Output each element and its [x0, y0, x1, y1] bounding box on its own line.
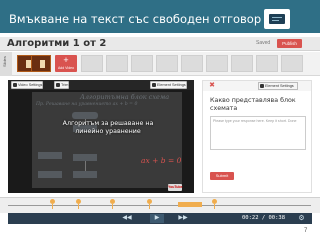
- add-slide-button[interactable]: + Add Video: [55, 55, 77, 72]
- timeline-marker[interactable]: [147, 199, 152, 209]
- trim-label: Trim: [61, 83, 69, 87]
- video-element-settings-button[interactable]: Element Settings: [150, 81, 187, 89]
- video-area[interactable]: Video Settings Trim Element Settings Алг…: [8, 80, 194, 193]
- background-title: Алгоритъмна блок схема: [80, 93, 170, 101]
- gear-icon: [152, 83, 156, 87]
- equation-label: ax + b = 0: [141, 156, 182, 165]
- slides-tab[interactable]: Slides: [0, 52, 12, 76]
- flowchart-output: [38, 171, 62, 178]
- slide-thumbnail-empty[interactable]: [206, 55, 228, 72]
- slide-thumbnail-empty[interactable]: [106, 55, 128, 72]
- player-controls: ◀◀ ▶ ▶▶ 00:22 / 00:38 ⚙: [8, 213, 312, 224]
- slide-thumbnail-empty[interactable]: [231, 55, 253, 72]
- trash-icon[interactable]: ✖: [207, 82, 217, 90]
- plus-icon: +: [63, 55, 69, 65]
- timeline-marker[interactable]: [110, 199, 115, 209]
- slide-title: Вмъкване на текст със свободен отговор: [9, 12, 262, 26]
- saved-status: Saved: [256, 40, 271, 46]
- play-icon[interactable]: ▶: [150, 214, 164, 223]
- video-frame: Алгоритъмна блок схема Пр. Решаване на у…: [32, 92, 182, 188]
- timeline-marker[interactable]: [50, 199, 55, 209]
- slide-header: Вмъкване на текст със свободен отговор: [0, 0, 320, 33]
- slide-thumbnail-empty[interactable]: [181, 55, 203, 72]
- background-subtitle: Пр. Решаване на уравнението ax + b = 0: [36, 102, 138, 107]
- flowchart-decision: [73, 154, 97, 161]
- timeline-track: [8, 205, 311, 206]
- video-settings-label: Video Settings: [18, 83, 43, 87]
- flowchart-start: [72, 112, 98, 119]
- question-text: Какво представлява блок схемата: [210, 97, 296, 112]
- slide-thumbnail-empty[interactable]: [81, 55, 103, 72]
- publish-button[interactable]: Publish: [277, 39, 302, 48]
- flowchart-connector: [85, 161, 86, 171]
- slide-thumbnail-empty[interactable]: [156, 55, 178, 72]
- submit-button[interactable]: Submit: [210, 172, 234, 180]
- video-camera-icon: [13, 83, 17, 87]
- trim-button[interactable]: Trim: [54, 81, 70, 89]
- page-number: 7: [304, 228, 308, 234]
- video-toolbar: Video Settings Trim Element Settings: [8, 80, 194, 90]
- answer-placeholder: Please type your response here. Keep it …: [213, 119, 297, 123]
- slide-thumbnail-empty[interactable]: [256, 55, 278, 72]
- slides-tab-label: Slides: [2, 56, 7, 67]
- slide-thumbnail[interactable]: [31, 55, 51, 72]
- add-slide-label: Add Video: [57, 66, 75, 70]
- element-settings-label: Element Settings: [265, 84, 294, 88]
- answer-field[interactable]: Please type your response here. Keep it …: [210, 116, 306, 150]
- slide-thumbnail-empty[interactable]: [281, 55, 303, 72]
- video-settings-button[interactable]: Video Settings: [11, 81, 44, 89]
- editor-bar: Алгоритми 1 от 2 Saved Publish: [0, 37, 320, 51]
- scissors-icon: [56, 83, 60, 87]
- gear-icon: [260, 84, 264, 88]
- slide-thumbnail-empty[interactable]: [131, 55, 153, 72]
- flowchart-branch: [38, 152, 62, 159]
- editor-title: Алгоритми 1 от 2: [7, 38, 107, 49]
- element-settings-button[interactable]: Element Settings: [258, 82, 298, 90]
- timeline-marker[interactable]: [76, 199, 81, 209]
- gear-icon[interactable]: ⚙: [297, 214, 306, 223]
- question-toolbar: ✖ Element Settings: [203, 81, 311, 91]
- timeline-current-element[interactable]: [178, 202, 202, 207]
- flowchart-output: [73, 171, 97, 178]
- video-overlay-label: Алгоритъм за решаване на линейно уравнен…: [62, 120, 154, 135]
- time-readout: 00:22 / 00:38: [242, 215, 286, 221]
- question-panel: ✖ Element Settings Какво представлява бл…: [202, 80, 312, 193]
- video-element-settings-label: Element Settings: [157, 83, 186, 87]
- forward-icon[interactable]: ▶▶: [176, 214, 190, 223]
- youtube-logo: YouTube: [168, 184, 183, 191]
- timeline-marker[interactable]: [212, 199, 217, 209]
- slides-strip: Slides + Add Video: [0, 52, 320, 76]
- keyboard-icon: [264, 9, 290, 29]
- rewind-icon[interactable]: ◀◀: [120, 214, 134, 223]
- timeline[interactable]: [0, 197, 320, 213]
